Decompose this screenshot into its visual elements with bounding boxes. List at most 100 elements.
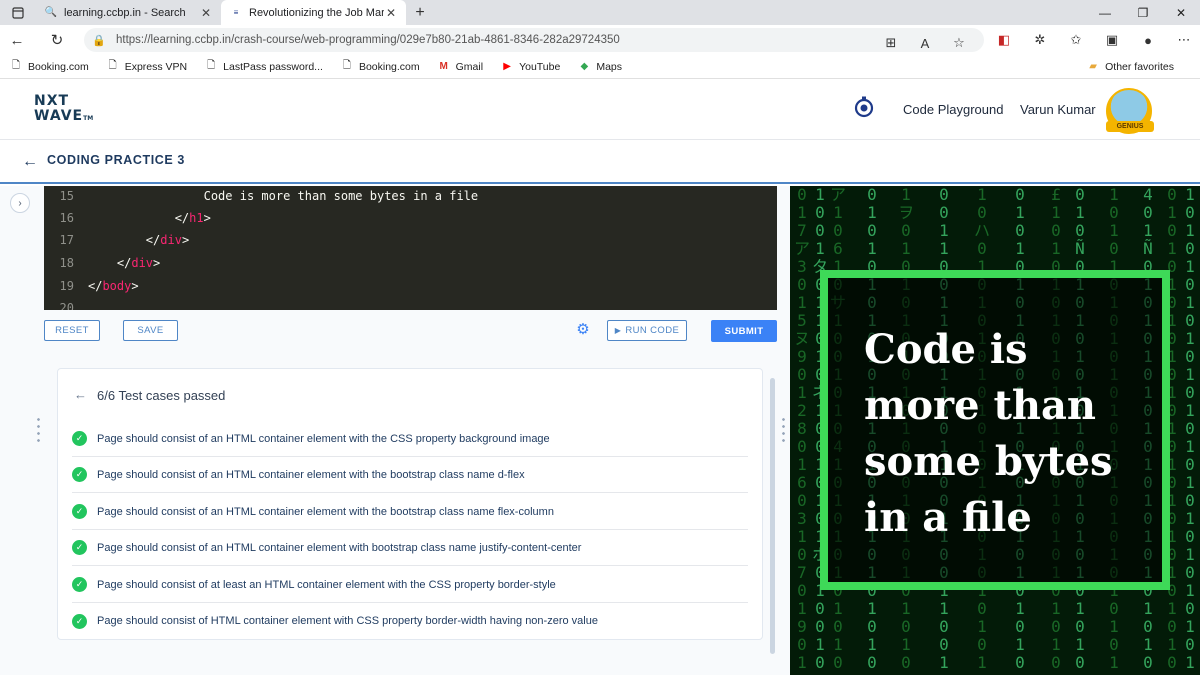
line-number: 18: [59, 256, 74, 270]
tab-revolutionizing[interactable]: ≡ Revolutionizing the Job Market | ✕: [221, 0, 406, 25]
code-text: </div>: [145, 233, 190, 247]
puzzle-icon[interactable]: ✲: [1022, 32, 1058, 48]
submit-button[interactable]: SUBMIT: [711, 320, 777, 342]
url-actions: ⊞ A ☆: [874, 28, 976, 58]
bookmark-booking-2[interactable]: 🗋 Booking.com: [341, 60, 420, 73]
refresh-icon[interactable]: ↻: [40, 25, 74, 55]
stopwatch-icon[interactable]: [853, 96, 875, 118]
lock-icon: 🔒: [92, 34, 106, 47]
window-controls: — ❐ ✕: [1086, 0, 1200, 25]
bookmark-label: Booking.com: [358, 60, 420, 73]
logo-line-2: WAVE: [34, 108, 84, 124]
profile-icon[interactable]: ●: [1130, 33, 1166, 48]
code-text: Code is more than some bytes in a file: [203, 189, 479, 203]
gmail-icon: M: [439, 61, 448, 72]
save-button[interactable]: SAVE: [123, 320, 178, 341]
run-code-button[interactable]: ▶ RUN CODE: [607, 320, 687, 341]
code-line: 15 Code is more than some bytes in a fil…: [44, 186, 777, 207]
bookmark-booking[interactable]: 🗋 Booking.com: [10, 60, 89, 73]
run-code-label: RUN CODE: [625, 325, 680, 336]
bookmark-expressvpn[interactable]: 🗋 Express VPN: [107, 60, 187, 73]
code-text: </h1>: [174, 211, 211, 225]
bookmark-label: LastPass password...: [223, 60, 323, 73]
genius-badge: GENIUS: [1106, 121, 1154, 132]
extension-icon[interactable]: ◧: [986, 32, 1022, 48]
address-bar-row: ← ↻ 🔒 https://learning.ccbp.in/crash-cou…: [0, 25, 1200, 55]
page-icon: 🗋: [11, 60, 21, 71]
restore-icon[interactable]: ❐: [1124, 0, 1162, 25]
tab-search[interactable]: 🔍 learning.ccbp.in - Search ✕: [36, 0, 221, 25]
line-number: 19: [59, 279, 74, 293]
check-circle-icon: ✓: [72, 540, 87, 555]
bookmark-lastpass[interactable]: 🗋 LastPass password...: [205, 60, 323, 73]
browser-tab-bar: 🔍 learning.ccbp.in - Search ✕ ≡ Revoluti…: [0, 0, 1200, 25]
bookmark-label: Maps: [596, 60, 623, 73]
favorites-icon[interactable]: ✩: [1058, 32, 1094, 48]
drag-handle-left[interactable]: [37, 416, 40, 444]
practice-header: ← CODING PRACTICE 3: [0, 141, 1200, 184]
read-aloud-icon[interactable]: A: [908, 36, 942, 51]
tab-title: learning.ccbp.in - Search: [64, 6, 186, 19]
app-header: NXT WAVETM Code Playground Varun Kumar G…: [0, 80, 1200, 140]
test-case-row: ✓ Page should consist of an HTML contain…: [72, 494, 748, 530]
bookmark-gmail[interactable]: M Gmail: [438, 61, 483, 73]
close-icon[interactable]: ✕: [199, 6, 213, 20]
minimize-icon[interactable]: —: [1086, 0, 1124, 25]
youtube-icon: ▶: [503, 61, 511, 72]
line-number: 17: [59, 233, 74, 247]
gear-icon[interactable]: ⚙: [575, 322, 591, 338]
other-favorites[interactable]: ▰ Other favorites: [1087, 61, 1174, 73]
back-arrow-icon[interactable]: ←: [22, 153, 38, 171]
extension-icons: ◧ ✲ ✩ ▣ ● ⋯: [986, 25, 1200, 55]
matrix-background: 101010101010101010101010101: [1185, 186, 1195, 672]
url-text: https://learning.ccbp.in/crash-course/we…: [116, 34, 620, 46]
code-text: </body>: [88, 279, 139, 293]
page-icon: 🗋: [207, 60, 216, 71]
new-tab-button[interactable]: +: [406, 0, 434, 25]
user-name[interactable]: Varun Kumar: [1020, 102, 1096, 117]
test-case-text: Page should consist of at least an HTML …: [97, 578, 556, 591]
more-icon[interactable]: ⋯: [1166, 32, 1200, 48]
folder-icon: ▰: [1089, 61, 1097, 72]
code-line: 16 </h1>: [44, 207, 777, 229]
test-case-row: ✓ Page should consist of at least an HTM…: [72, 567, 748, 603]
bookmark-youtube[interactable]: ▶ YouTube: [501, 61, 560, 73]
grid-icon[interactable]: ⊞: [874, 35, 908, 51]
nxtwave-logo[interactable]: NXT WAVETM: [34, 94, 93, 126]
close-window-icon[interactable]: ✕: [1162, 0, 1200, 25]
reset-button[interactable]: RESET: [44, 320, 100, 341]
tab-actions-icon[interactable]: [0, 0, 36, 25]
close-icon[interactable]: ✕: [384, 6, 398, 20]
bookmark-maps[interactable]: ◆ Maps: [578, 61, 622, 73]
test-case-row: ✓ Page should consist of an HTML contain…: [72, 457, 748, 493]
bookmark-label: Gmail: [455, 60, 484, 73]
back-icon[interactable]: ←: [0, 25, 34, 55]
page-icon: 🗋: [108, 60, 117, 71]
code-playground-link[interactable]: Code Playground: [903, 102, 1003, 117]
test-case-text: Page should consist of an HTML container…: [97, 505, 554, 518]
bookmark-label: Booking.com: [28, 60, 89, 73]
check-circle-icon: ✓: [72, 431, 87, 446]
test-case-row: ✓ Page should consist of an HTML contain…: [72, 421, 748, 457]
preview-heading: Code is more than some bytes in a file: [864, 326, 1113, 541]
logo-tm: TM: [83, 115, 94, 122]
collections-icon[interactable]: ▣: [1094, 32, 1130, 48]
bookmark-label: Other favorites: [1105, 60, 1174, 73]
code-editor[interactable]: 15 Code is more than some bytes in a fil…: [44, 186, 777, 310]
test-case-text: Page should consist of an HTML container…: [97, 432, 550, 445]
check-circle-icon: ✓: [72, 577, 87, 592]
test-case-text: Page should consist of HTML container el…: [97, 615, 598, 627]
chevron-right-icon[interactable]: ›: [10, 193, 30, 213]
drag-handle-right[interactable]: [782, 416, 785, 444]
editor-toolbar: RESET SAVE ⚙ ▶ RUN CODE SUBMIT: [0, 310, 790, 350]
favorite-add-icon[interactable]: ☆: [942, 35, 976, 51]
bookmarks-bar: 🗋 Booking.com 🗋 Express VPN 🗋 LastPass pass…: [0, 55, 1200, 79]
results-scrollbar[interactable]: [770, 378, 775, 654]
back-arrow-icon[interactable]: ←: [74, 387, 87, 402]
play-icon: ▶: [614, 326, 622, 335]
test-case-row: ✓ Page should consist of HTML container …: [72, 603, 748, 639]
url-input[interactable]: 🔒 https://learning.ccbp.in/crash-course/…: [84, 28, 984, 52]
logo-line-1: NXT: [34, 93, 70, 109]
ccbp-favicon-icon: ≡: [233, 8, 239, 17]
line-number: 20: [59, 301, 74, 310]
